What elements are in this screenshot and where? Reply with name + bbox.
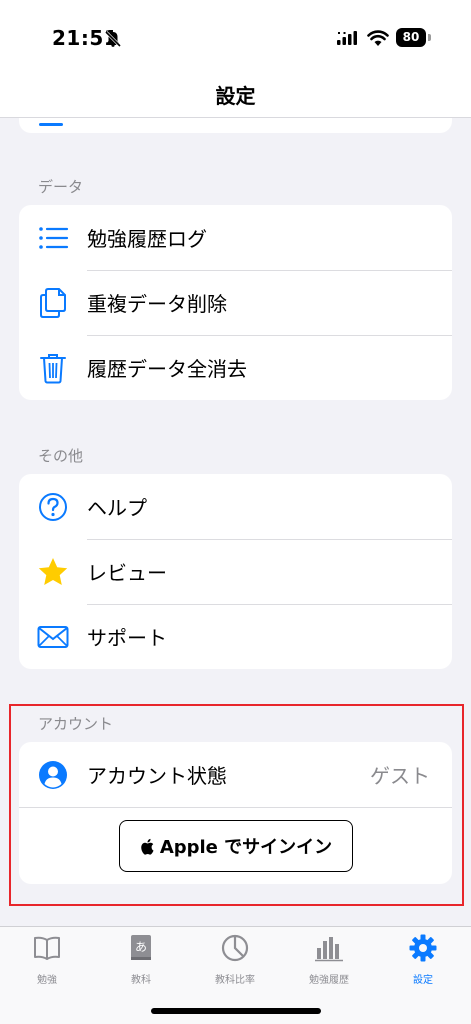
cellular-signal-icon <box>337 31 357 45</box>
dictionary-icon: あ <box>131 935 151 960</box>
book-icon <box>34 936 60 960</box>
status-bar: 21:51 80 <box>0 0 471 70</box>
row-support[interactable]: サポート <box>19 604 452 669</box>
row-review[interactable]: レビュー <box>19 539 452 604</box>
tab-label: 設定 <box>413 975 433 986</box>
tab-label: 勉強履歴 <box>309 975 349 986</box>
previous-card-remnant <box>19 118 452 133</box>
tab-label: 勉強 <box>37 975 57 986</box>
row-label: 重複データ削除 <box>87 292 227 316</box>
wifi-icon <box>367 30 389 46</box>
bar-chart-icon <box>315 937 343 962</box>
tab-label: 教科比率 <box>215 975 255 986</box>
row-clear-history[interactable]: 履歴データ全消去 <box>19 335 452 400</box>
navigation-bar: 設定 <box>0 70 471 118</box>
row-label: 勉強履歴ログ <box>87 227 207 251</box>
battery-cap <box>428 34 431 41</box>
row-label: レビュー <box>87 561 167 585</box>
gear-icon <box>409 934 437 962</box>
documents-icon <box>40 287 66 318</box>
trash-icon <box>40 353 66 383</box>
other-card: ヘルプ レビュー サポート <box>19 474 452 669</box>
data-card: 勉強履歴ログ 重複データ削除 履歴データ全消去 <box>19 205 452 400</box>
tab-subject-ratio[interactable]: 教科比率 <box>188 933 282 993</box>
row-help[interactable]: ヘルプ <box>19 474 452 539</box>
previous-row-icon-fragment <box>39 123 63 126</box>
question-circle-icon <box>39 492 67 521</box>
section-header-other: その他 <box>38 447 84 465</box>
row-remove-duplicates[interactable]: 重複データ削除 <box>19 270 452 335</box>
tab-settings[interactable]: 設定 <box>376 933 470 993</box>
row-label: ヘルプ <box>87 496 147 520</box>
bell-slash-icon <box>104 30 122 48</box>
page-title: 設定 <box>215 84 256 108</box>
home-indicator <box>151 1008 321 1014</box>
tab-study[interactable]: 勉強 <box>0 933 94 993</box>
star-icon <box>38 557 68 585</box>
tab-label: 教科 <box>131 975 151 986</box>
section-header-data: データ <box>38 178 84 196</box>
row-label: 履歴データ全消去 <box>87 357 247 381</box>
envelope-icon <box>37 625 69 648</box>
battery-indicator: 80 <box>396 28 426 47</box>
row-label: サポート <box>87 626 167 650</box>
row-study-log[interactable]: 勉強履歴ログ <box>19 205 452 270</box>
pie-chart-icon <box>221 934 249 962</box>
highlight-annotation-box <box>9 704 464 906</box>
list-icon <box>39 226 69 249</box>
tab-study-history[interactable]: 勉強履歴 <box>282 933 376 993</box>
svg-text:あ: あ <box>135 940 147 954</box>
tab-subjects[interactable]: あ 教科 <box>94 933 188 993</box>
